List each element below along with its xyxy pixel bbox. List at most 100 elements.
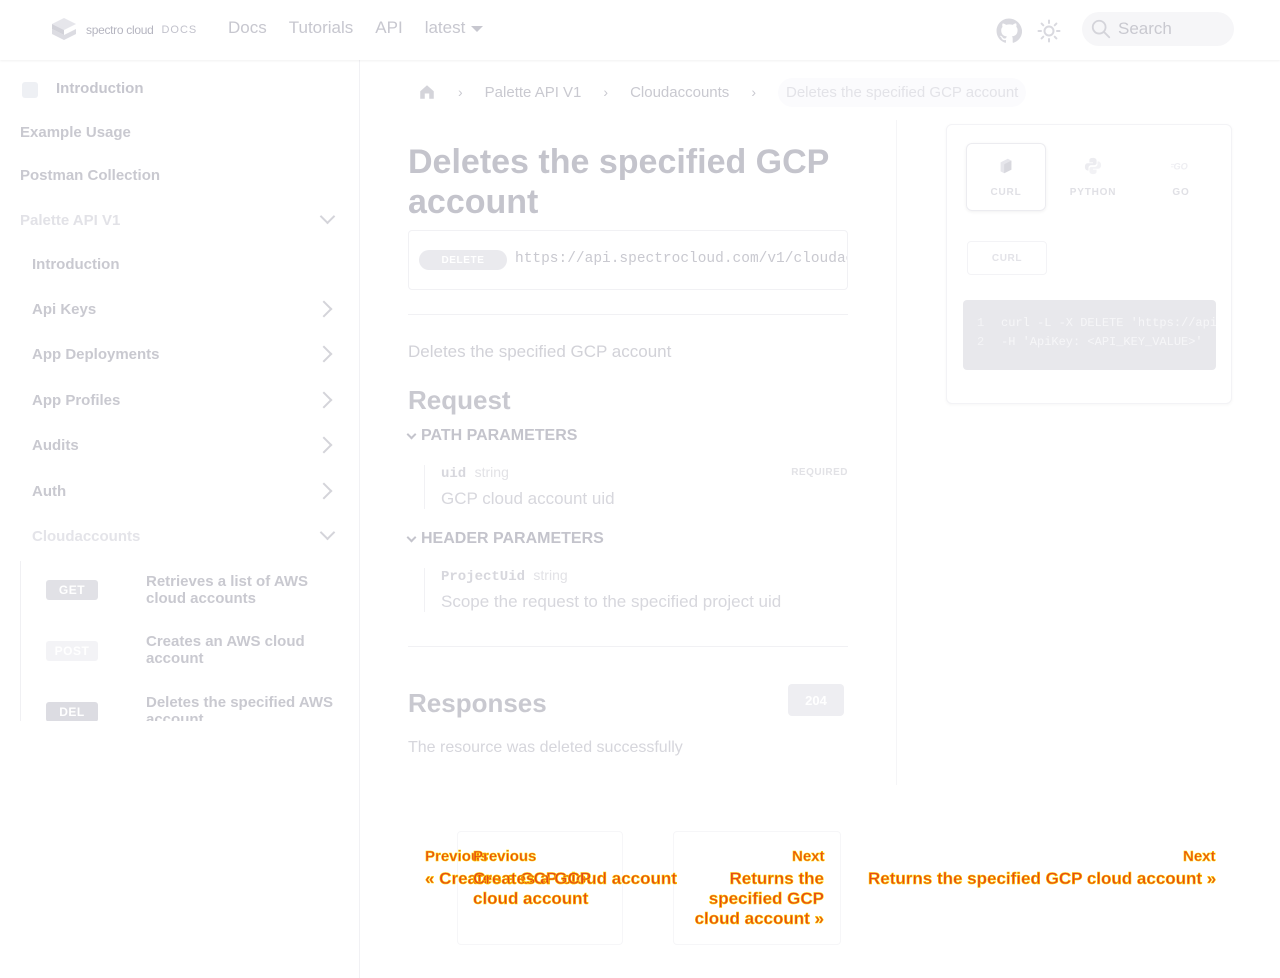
code-text: curl -L -X DELETE 'https://api.spectrocl… bbox=[1001, 316, 1216, 330]
endpoint-description: Deletes the specified GCP account bbox=[408, 342, 672, 361]
pagination-next-card-label: Next bbox=[792, 848, 825, 866]
version-label: latest bbox=[424, 18, 466, 37]
sidebar-section-palette-api[interactable]: Palette API V1 bbox=[20, 212, 120, 229]
divider bbox=[408, 314, 848, 315]
breadcrumb-current: Deletes the specified GCP account bbox=[777, 77, 1027, 107]
breadcrumb-cloudaccounts[interactable]: Cloudaccounts bbox=[630, 84, 729, 101]
chevron-right-icon[interactable] bbox=[315, 436, 333, 454]
pagination-previous-card-link[interactable]: Creates a GCP cloud account bbox=[473, 869, 613, 909]
method-badge-get: GET bbox=[46, 580, 98, 600]
curl-icon bbox=[1000, 158, 1012, 173]
chevron-right-icon[interactable] bbox=[315, 300, 333, 318]
theme-toggle[interactable] bbox=[1036, 18, 1062, 44]
search-box[interactable] bbox=[1082, 12, 1234, 46]
method-badge-delete: DELETE bbox=[419, 250, 507, 270]
sidebar-item-example-usage[interactable]: Example Usage bbox=[20, 124, 131, 141]
go-icon: GO bbox=[1171, 161, 1188, 171]
chevron-right-icon: › bbox=[751, 84, 756, 100]
sidebar-item-api-keys[interactable]: Api Keys bbox=[32, 301, 96, 318]
responses-heading: Responses bbox=[408, 688, 547, 718]
chevron-down-icon[interactable] bbox=[319, 524, 336, 541]
param-type: string bbox=[474, 464, 509, 480]
tab-curl[interactable]: CURL bbox=[966, 143, 1046, 211]
pagination-next-card-link[interactable]: Returns the specified GCP cloud account … bbox=[684, 869, 824, 929]
introduction-icon bbox=[22, 82, 38, 98]
chevron-down-icon bbox=[471, 26, 484, 32]
python-icon bbox=[1084, 157, 1102, 174]
endpoint-label: Deletes the specified AWS account bbox=[146, 694, 334, 721]
pagination-next-label: Next bbox=[1183, 848, 1216, 866]
endpoint-item[interactable]: POST Creates an AWS cloud account bbox=[21, 621, 340, 681]
svg-text:GO: GO bbox=[1174, 161, 1188, 171]
github-link[interactable] bbox=[996, 18, 1022, 44]
github-icon bbox=[996, 18, 1022, 43]
tab-label: GO bbox=[1172, 186, 1190, 198]
header-param-projectuid: ProjectUid string Scope the request to t… bbox=[424, 567, 848, 612]
header-parameters-toggle[interactable]: HEADER PARAMETERS bbox=[406, 530, 604, 548]
method-badge-post: POST bbox=[46, 641, 98, 661]
sidebar-item-api-introduction[interactable]: Introduction bbox=[32, 256, 119, 273]
sidebar-item-introduction[interactable]: Introduction bbox=[56, 80, 143, 97]
search-input[interactable] bbox=[1118, 19, 1228, 39]
nav-links: Docs Tutorials API latest bbox=[228, 18, 484, 38]
header-parameters-heading: HEADER PARAMETERS bbox=[421, 530, 604, 547]
path-parameters-heading: PATH PARAMETERS bbox=[421, 427, 578, 444]
param-description: Scope the request to the specified proje… bbox=[441, 592, 782, 611]
endpoint-url-box: DELETE https://api.spectrocloud.com/v1/c… bbox=[408, 230, 848, 290]
chevron-right-icon: › bbox=[458, 84, 463, 100]
line-number: 1 bbox=[977, 316, 985, 330]
spectro-cloud-logo-icon bbox=[52, 18, 76, 40]
tab-go[interactable]: GO GO bbox=[1141, 143, 1221, 211]
version-dropdown[interactable]: latest bbox=[425, 18, 484, 38]
response-code-tab[interactable]: 204 bbox=[788, 684, 844, 716]
chevron-down-icon[interactable] bbox=[319, 208, 336, 225]
search-icon bbox=[1091, 19, 1111, 39]
nav-link-docs[interactable]: Docs bbox=[228, 18, 267, 38]
site-logo[interactable]: spectro cloud DOCS bbox=[48, 16, 197, 44]
request-heading: Request bbox=[408, 385, 511, 415]
path-param-uid: uid string REQUIRED GCP cloud account ui… bbox=[424, 464, 848, 509]
pagination-next-link[interactable]: Returns the specified GCP cloud account … bbox=[868, 869, 1217, 889]
page-title: Deletes the specified GCP account bbox=[408, 143, 829, 221]
sidebar-item-auth[interactable]: Auth bbox=[32, 483, 66, 500]
path-parameters-toggle[interactable]: PATH PARAMETERS bbox=[406, 427, 578, 445]
sidebar: Introduction Example Usage Postman Colle… bbox=[0, 60, 360, 978]
chevron-right-icon[interactable] bbox=[315, 391, 333, 409]
param-name: ProjectUid string bbox=[441, 567, 568, 585]
breadcrumb: › Palette API V1 › Cloudaccounts › Delet… bbox=[408, 76, 1027, 108]
chevron-down-icon bbox=[406, 429, 417, 439]
sidebar-item-cloudaccounts[interactable]: Cloudaccounts bbox=[32, 528, 140, 545]
pagination-previous-card-label: Previous bbox=[473, 848, 537, 866]
tab-curl-variant[interactable]: CURL bbox=[967, 241, 1047, 275]
breadcrumb-palette-api[interactable]: Palette API V1 bbox=[485, 84, 582, 101]
endpoint-url: https://api.spectrocloud.com/v1/cloudacc… bbox=[515, 251, 847, 267]
method-badge-del: DEL bbox=[46, 702, 98, 721]
tab-python[interactable]: PYTHON bbox=[1053, 143, 1133, 211]
sidebar-item-audits[interactable]: Audits bbox=[32, 437, 79, 454]
tab-label: CURL bbox=[990, 186, 1022, 198]
code-text: -H 'ApiKey: <API_KEY_VALUE>' bbox=[1001, 335, 1203, 349]
logo-text: spectro cloud bbox=[86, 23, 154, 37]
tab-label: PYTHON bbox=[1069, 186, 1117, 198]
endpoint-item[interactable]: GET Retrieves a list of AWS cloud accoun… bbox=[21, 561, 340, 621]
logo-docs-label: DOCS bbox=[161, 24, 198, 36]
required-label: REQUIRED bbox=[791, 467, 848, 478]
home-icon[interactable] bbox=[418, 83, 436, 101]
sidebar-item-app-deployments[interactable]: App Deployments bbox=[32, 346, 160, 363]
endpoint-item[interactable]: DEL Deletes the specified AWS account bbox=[21, 682, 340, 721]
nav-actions bbox=[996, 12, 1234, 46]
divider bbox=[408, 646, 848, 647]
column-divider bbox=[896, 120, 897, 785]
nav-link-api[interactable]: API bbox=[375, 18, 402, 38]
chevron-down-icon bbox=[406, 532, 417, 542]
nav-link-tutorials[interactable]: Tutorials bbox=[289, 18, 354, 38]
endpoint-label: Retrieves a list of AWS cloud accounts bbox=[146, 573, 308, 607]
chevron-right-icon[interactable] bbox=[315, 345, 333, 363]
code-block[interactable]: 1 curl -L -X DELETE 'https://api.spectro… bbox=[963, 300, 1216, 370]
sun-icon bbox=[1037, 19, 1061, 43]
chevron-right-icon[interactable] bbox=[315, 482, 333, 500]
sidebar-item-postman-collection[interactable]: Postman Collection bbox=[20, 167, 160, 184]
response-description: The resource was deleted successfully bbox=[408, 739, 683, 756]
param-type: string bbox=[533, 567, 568, 583]
sidebar-item-app-profiles[interactable]: App Profiles bbox=[32, 392, 120, 409]
